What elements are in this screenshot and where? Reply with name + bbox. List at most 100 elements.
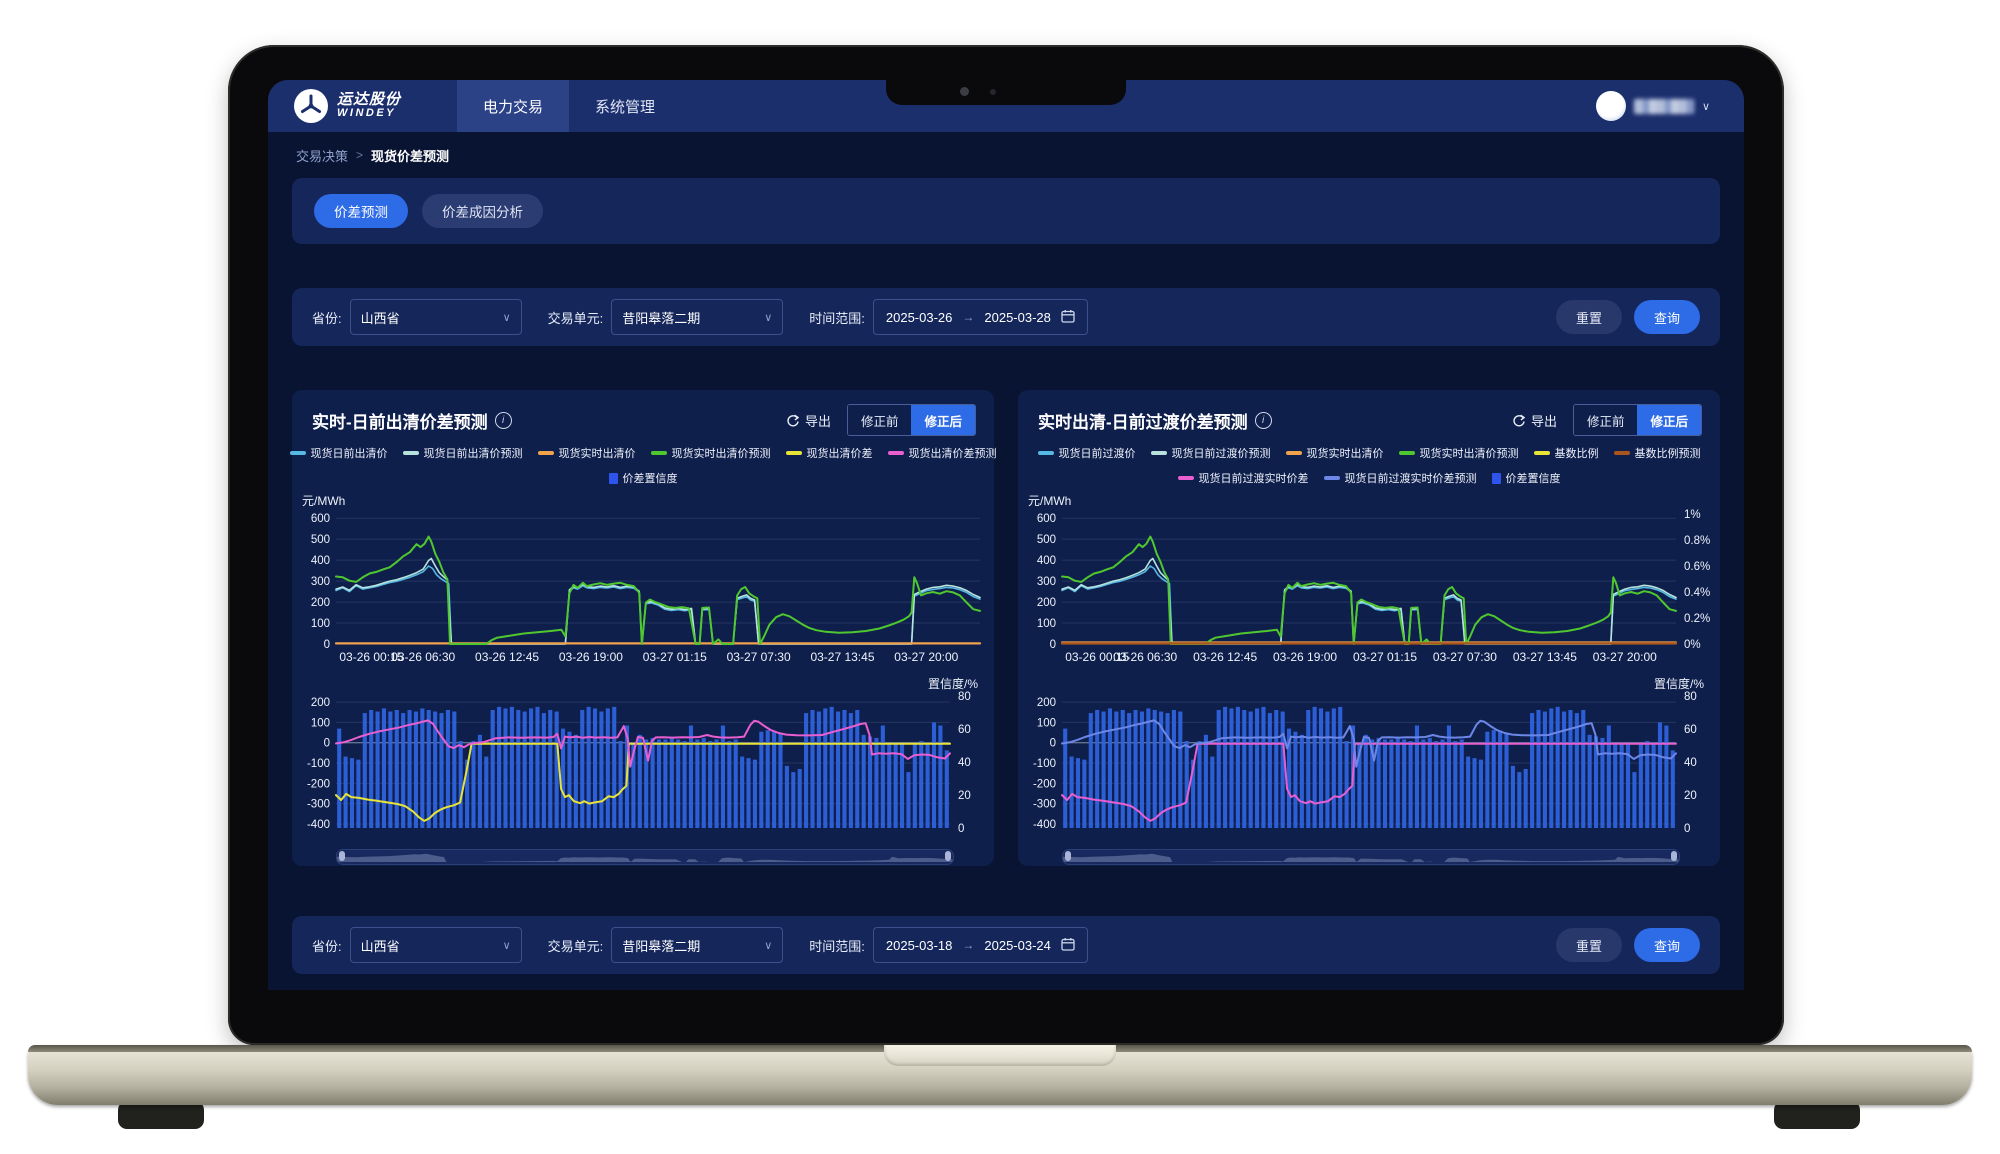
legend-item[interactable]: 现货日前过渡价预测: [1151, 445, 1271, 461]
query-button[interactable]: 查询: [1634, 928, 1700, 962]
legend-swatch: [1492, 473, 1501, 484]
menu-item-system-management[interactable]: 系统管理: [569, 80, 681, 132]
slider-handle-left[interactable]: [339, 851, 345, 861]
svg-text:80: 80: [1684, 691, 1697, 703]
panel-title: 实时出清-日前过渡价差预测 i: [1038, 408, 1272, 433]
svg-text:-400: -400: [1033, 819, 1056, 831]
tab-price-diff-forecast[interactable]: 价差预测: [314, 194, 408, 228]
lid-opening-notch: [884, 1045, 1116, 1066]
svg-text:03-27 07:30: 03-27 07:30: [727, 650, 791, 664]
chevron-down-icon[interactable]: ∨: [1702, 100, 1710, 113]
legend-item[interactable]: 价差置信度: [609, 470, 678, 486]
svg-text:80: 80: [958, 691, 971, 703]
svg-text:-400: -400: [307, 819, 330, 831]
legend-item[interactable]: 现货实时出清价预测: [1399, 445, 1519, 461]
trading-unit-select[interactable]: 昔阳皋落二期 ∨: [611, 299, 783, 335]
svg-text:20: 20: [1684, 790, 1697, 802]
svg-text:0: 0: [324, 738, 330, 750]
slider-handle-right[interactable]: [1671, 851, 1677, 861]
arrow-right-icon: →: [962, 310, 974, 324]
menu-item-power-trading[interactable]: 电力交易: [457, 80, 569, 132]
svg-text:200: 200: [311, 597, 330, 609]
legend-item[interactable]: 基数比例: [1534, 445, 1599, 461]
date-end[interactable]: 2025-03-24: [984, 938, 1051, 953]
legend-row-2: 现货日前过渡实时价差现货日前过渡实时价差预测价差置信度: [1018, 470, 1720, 486]
legend-item[interactable]: 现货实时出清价: [1286, 445, 1384, 461]
panel-title: 实时-日前出清价差预测 i: [312, 408, 512, 433]
svg-text:-100: -100: [307, 758, 330, 770]
correction-toggle: 修正前 修正后: [847, 404, 976, 436]
svg-text:03-26 19:00: 03-26 19:00: [1273, 650, 1337, 664]
legend-swatch: [1399, 451, 1415, 455]
legend-item[interactable]: 基数比例预测: [1614, 445, 1701, 461]
tab-price-diff-cause-analysis[interactable]: 价差成因分析: [422, 194, 543, 228]
svg-text:-300: -300: [1033, 799, 1056, 811]
svg-text:600: 600: [1037, 513, 1056, 525]
legend-swatch: [888, 451, 904, 455]
toggle-after-correction[interactable]: 修正后: [911, 405, 975, 435]
reset-button[interactable]: 重置: [1556, 300, 1622, 334]
reset-button[interactable]: 重置: [1556, 928, 1622, 962]
date-range-picker[interactable]: 2025-03-26 → 2025-03-28: [873, 299, 1088, 335]
filter-bar-top: 省份: 山西省 ∨ 交易单元: 昔阳皋落二期 ∨ 时间范围: 2025-03-2…: [292, 288, 1720, 346]
breadcrumb-parent[interactable]: 交易决策: [296, 146, 348, 165]
user-area[interactable]: ∨: [1596, 80, 1744, 132]
province-select[interactable]: 山西省 ∨: [350, 299, 522, 335]
svg-text:40: 40: [1684, 757, 1697, 769]
date-range-picker[interactable]: 2025-03-18 → 2025-03-24: [873, 927, 1088, 963]
svg-text:0: 0: [958, 823, 964, 835]
info-icon[interactable]: i: [495, 412, 512, 429]
svg-text:03-27 01:15: 03-27 01:15: [1353, 650, 1417, 664]
trading-unit-select[interactable]: 昔阳皋落二期 ∨: [611, 927, 783, 963]
legend-row-1: 现货日前过渡价现货日前过渡价预测现货实时出清价现货实时出清价预测基数比例基数比例…: [1018, 445, 1720, 461]
svg-text:1%: 1%: [1684, 509, 1701, 521]
svg-text:0: 0: [324, 639, 330, 651]
province-value: 山西省: [361, 936, 400, 955]
trading-unit-label: 交易单元:: [548, 308, 604, 327]
legend-swatch: [1178, 476, 1194, 480]
legend-item[interactable]: 现货日前出清价: [290, 445, 388, 461]
time-range-label: 时间范围:: [809, 308, 865, 327]
calendar-icon[interactable]: [1061, 309, 1075, 326]
svg-text:03-27 13:45: 03-27 13:45: [810, 650, 874, 664]
legend-item[interactable]: 现货日前过渡价: [1038, 445, 1136, 461]
user-avatar[interactable]: [1596, 91, 1626, 121]
date-start[interactable]: 2025-03-18: [886, 938, 953, 953]
camera-icon: [960, 87, 969, 96]
legend-item[interactable]: 现货实时出清价预测: [651, 445, 771, 461]
export-button[interactable]: 导出: [1512, 411, 1557, 430]
arrow-right-icon: →: [962, 938, 974, 952]
svg-text:03-27 20:00: 03-27 20:00: [1593, 650, 1657, 664]
legend-item[interactable]: 现货日前过渡实时价差预测: [1324, 470, 1477, 486]
data-zoom-slider[interactable]: [1062, 849, 1680, 865]
legend-item[interactable]: 现货出清价差预测: [888, 445, 997, 461]
legend-item[interactable]: 价差置信度: [1492, 470, 1561, 486]
toggle-before-correction[interactable]: 修正前: [1574, 405, 1638, 435]
svg-text:03-27 13:45: 03-27 13:45: [1513, 650, 1577, 664]
app-viewport: 运达股份 WINDEY 电力交易 系统管理 ∨ 交易决策 > 现货价差预测 价差…: [268, 80, 1744, 990]
info-icon[interactable]: i: [1255, 412, 1272, 429]
calendar-icon[interactable]: [1061, 937, 1075, 954]
toggle-after-correction[interactable]: 修正后: [1637, 405, 1701, 435]
svg-text:03-26 19:00: 03-26 19:00: [559, 650, 623, 664]
svg-text:03-26 06:30: 03-26 06:30: [391, 650, 455, 664]
query-button[interactable]: 查询: [1634, 300, 1700, 334]
slider-handle-right[interactable]: [945, 851, 951, 861]
data-zoom-slider[interactable]: [336, 849, 954, 865]
price-line-chart: 600500400300200100003-26 00:1503-26 06:3…: [292, 508, 994, 668]
province-select[interactable]: 山西省 ∨: [350, 927, 522, 963]
export-button[interactable]: 导出: [786, 411, 831, 430]
slider-handle-left[interactable]: [1065, 851, 1071, 861]
date-start[interactable]: 2025-03-26: [886, 310, 953, 325]
toggle-before-correction[interactable]: 修正前: [848, 405, 912, 435]
legend-item[interactable]: 现货日前出清价预测: [403, 445, 523, 461]
legend-item[interactable]: 现货日前过渡实时价差: [1178, 470, 1309, 486]
chevron-down-icon: ∨: [503, 311, 511, 324]
legend-item[interactable]: 现货实时出清价: [538, 445, 636, 461]
chevron-down-icon: ∨: [764, 939, 772, 952]
breadcrumb-separator: >: [356, 148, 363, 162]
legend-item[interactable]: 现货出清价差: [786, 445, 873, 461]
date-end[interactable]: 2025-03-28: [984, 310, 1051, 325]
svg-text:-100: -100: [1033, 758, 1056, 770]
legend-row-1: 现货日前出清价现货日前出清价预测现货实时出清价现货实时出清价预测现货出清价差现货…: [292, 445, 994, 461]
